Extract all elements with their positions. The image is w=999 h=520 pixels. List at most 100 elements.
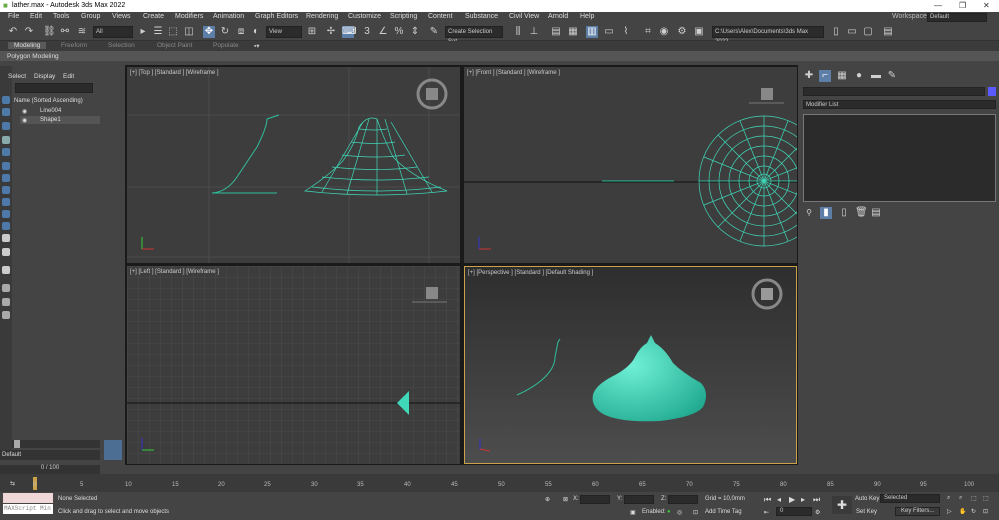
key-mode-icon[interactable]: ⇤ [764,509,769,516]
go-to-end-icon[interactable]: ⏭ [813,495,820,505]
ribbon-tab-populate[interactable]: Populate [213,42,239,49]
auto-key-button[interactable]: Auto Key [855,496,879,502]
create-tab-icon[interactable]: ✚ [803,70,815,82]
viewcube[interactable] [426,88,438,100]
maximize-button[interactable]: ❐ [959,1,966,10]
time-configuration-icon[interactable]: ⚙ [815,509,820,516]
find-icon[interactable] [2,298,10,306]
viewport-layout-icon[interactable] [104,440,122,460]
field-of-view-icon[interactable]: ▷ [947,508,952,515]
layer-explorer-icon[interactable]: ▦ [567,26,579,38]
next-frame-icon[interactable]: ▸ [801,495,805,504]
viewport-perspective[interactable]: [+] [Perspective ] [Standard ] [Default … [464,266,797,464]
bind-space-warp-icon[interactable]: ≋ [76,26,88,38]
viewcube[interactable] [761,88,773,100]
scene-explorer-icon[interactable]: ▤ [550,26,562,38]
key-selection-dropdown[interactable]: Selected [880,494,940,503]
viewport-perspective-label[interactable]: [+] [Perspective ] [Standard ] [Default … [468,270,593,276]
open-file-icon[interactable]: ▯ [830,26,842,38]
remove-modifier-icon[interactable]: 🗑 [855,207,868,219]
menu-file[interactable]: File [8,13,19,20]
scene-item-line004[interactable]: Line004 [40,108,61,114]
selection-filter-dropdown[interactable]: All [93,26,133,38]
select-manipulate-icon[interactable]: ✢ [325,26,337,38]
y-coordinate-field[interactable] [624,495,654,504]
maxscript-listener-top[interactable] [3,493,53,503]
workspaces-dropdown[interactable]: Default [927,13,987,22]
select-and-scale-icon[interactable]: ⧈ [235,26,247,38]
select-and-move-icon[interactable]: ✥ [203,26,215,38]
reference-coordinate-dropdown[interactable]: View [266,26,302,38]
ribbon-tab-object-paint[interactable]: Object Paint [157,42,192,49]
eye-icon[interactable]: ◉ [22,108,27,115]
utilities-tab-icon[interactable]: ✎ [886,70,898,82]
menu-views[interactable]: Views [112,13,131,20]
x-coordinate-field[interactable] [580,495,610,504]
link-icon[interactable]: ⛓ [43,26,56,38]
add-time-tag[interactable]: Add Time Tag [705,509,742,515]
scene-tab-display[interactable]: Display [34,73,55,80]
scene-column-header[interactable]: Name (Sorted Ascending) [14,98,83,104]
modifier-list-dropdown[interactable]: Modifier List [803,100,996,109]
display-spacewarps-icon[interactable] [2,174,10,182]
menu-substance[interactable]: Substance [465,13,498,20]
go-to-start-icon[interactable]: ⏮ [764,495,771,505]
timeline-toggle-icon[interactable]: ⇆ [10,480,15,487]
maxscript-mini-listener[interactable]: MAXScript Min [3,504,53,514]
schematic-view-icon[interactable]: ⌗ [642,26,654,38]
named-selection-sets-dropdown[interactable]: Create Selection Set [445,26,503,45]
display-groups-icon[interactable] [2,186,10,194]
isolate-selection-icon[interactable]: ⊕ [545,496,550,503]
angle-snap-icon[interactable]: ∠ [377,26,389,38]
curve-editor-icon[interactable]: ⌇ [620,26,632,38]
display-shapes-icon[interactable] [2,122,10,130]
viewcube[interactable] [761,288,773,300]
display-cameras-icon[interactable] [2,148,10,156]
scene-scrollbar[interactable] [12,440,100,448]
display-all-icon[interactable] [2,266,10,274]
key-filters-button[interactable]: Key Filters... [895,507,940,516]
undo-icon[interactable]: ↶ [7,26,19,38]
pivot-center-icon[interactable]: ⊞ [306,26,318,38]
display-lights-icon[interactable] [2,136,10,144]
render-setup-icon[interactable]: ⚙ [676,26,688,38]
filter-icon[interactable] [2,284,10,292]
viewport-top-label[interactable]: [+] [Top ] [Standard ] [Wireframe ] [130,70,219,76]
previous-frame-icon[interactable]: ◂ [777,495,781,504]
display-containers-icon[interactable] [2,222,10,230]
menu-modifiers[interactable]: Modifiers [175,13,203,20]
percent-snap-icon[interactable]: % [393,26,405,38]
menu-customize[interactable]: Customize [348,13,381,20]
spinner-snap-icon[interactable]: ⇕ [409,26,421,38]
viewport-left[interactable]: [+] [Left ] [Standard ] [Wireframe ] [127,266,460,464]
orbit-icon[interactable]: ↻ [971,508,976,515]
viewport-front-label[interactable]: [+] [Front ] [Standard ] [Wireframe ] [467,70,560,76]
select-and-rotate-icon[interactable]: ↻ [219,26,231,38]
viewport-top[interactable]: [+] [Top ] [Standard ] [Wireframe ] [127,67,460,263]
display-bone-icon[interactable] [2,210,10,218]
select-object-icon[interactable]: ▸ [137,26,149,38]
enabled-indicator-icon[interactable]: ● [667,509,671,515]
motion-tab-icon[interactable]: ● [853,70,865,82]
display-frozen-icon[interactable] [2,234,10,242]
absolute-mode-icon[interactable]: ⊠ [563,496,568,503]
align-icon[interactable]: ⊥ [528,26,540,38]
menu-animation[interactable]: Animation [213,13,244,20]
menu-arnold[interactable]: Arnold [548,13,568,20]
menu-edit[interactable]: Edit [30,13,42,20]
viewport-front[interactable]: [+] [Front ] [Standard ] [Wireframe ] [464,67,797,263]
hierarchy-tab-icon[interactable]: ▦ [836,70,848,82]
zoom-extents-icon[interactable]: ⬚ [971,495,977,502]
object-color-swatch[interactable] [988,87,996,96]
display-none-icon[interactable] [2,96,10,104]
layer-dropdown[interactable]: Default [0,450,100,460]
set-key-big-button[interactable]: ✚ [832,496,852,514]
keyboard-shortcut-override-icon[interactable]: ⌨ [342,26,356,38]
redo-icon[interactable]: ↷ [23,26,35,38]
ribbon-tab-selection[interactable]: Selection [108,42,135,49]
modifier-stack[interactable] [803,114,996,202]
rectangular-selection-icon[interactable]: ⬚ [167,26,179,38]
ribbon-tab-modeling[interactable]: Modeling [8,42,47,49]
project-folder-icon[interactable]: ▭ [846,26,858,38]
eye-icon[interactable]: ◉ [22,117,27,124]
